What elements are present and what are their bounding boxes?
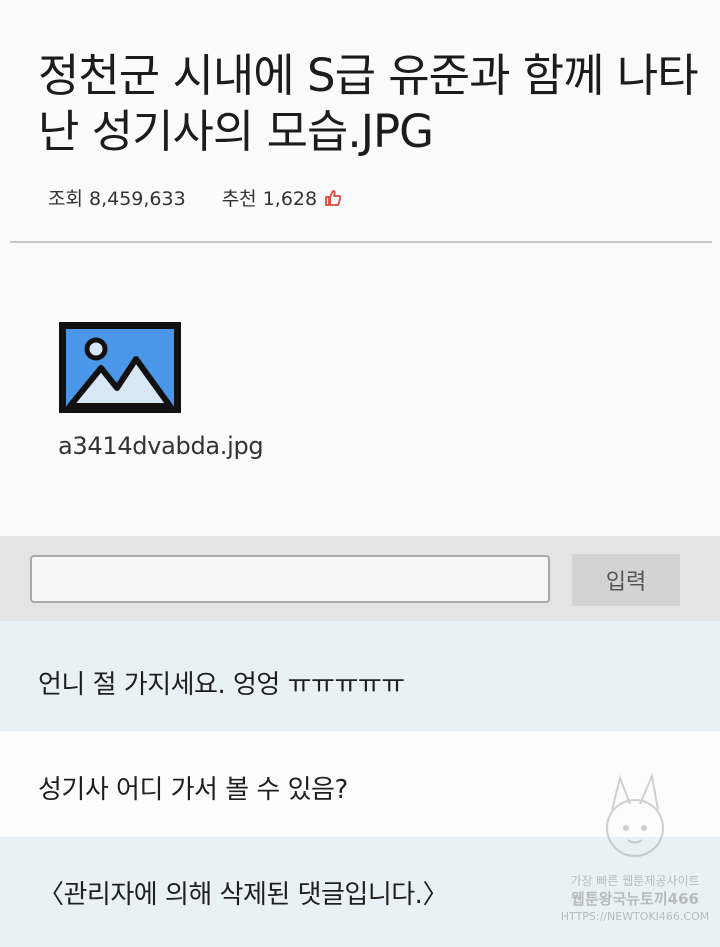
like-count-group: 추천 1,628 [222, 184, 343, 211]
comment-form: 입력 [0, 536, 720, 621]
attachment-filename[interactable]: a3414dvabda.jpg [58, 432, 264, 460]
post-title: 정천군 시내에 S급 유준과 함께 나타난 성기사의 모습.JPG [38, 49, 699, 158]
post-meta: 조회 8,459,633 추천 1,628 [48, 184, 343, 211]
comment-text: 언니 절 가지세요. 엉엉 ㅠㅠㅠㅠㅠ [38, 670, 405, 700]
comment-text: 성기사 어디 가서 볼 수 있음? [38, 775, 348, 805]
watermark-tagline: 가장 빠른 웹툰제공사이트 [570, 874, 700, 888]
comment-item: 언니 절 가지세요. 엉엉 ㅠㅠㅠㅠㅠ [0, 621, 720, 731]
submit-button[interactable]: 입력 [572, 554, 680, 606]
site-watermark: 가장 빠른 웹툰제공사이트 웹툰왕국뉴토끼466 HTTPS://NEWTOKI… [560, 770, 710, 940]
like-count: 추천 1,628 [221, 188, 318, 210]
mascot-watermark-icon [606, 772, 664, 857]
view-count: 조회 8,459,633 [48, 188, 186, 210]
watermark-url: HTTPS://NEWTOKI466.COM [560, 910, 710, 923]
comment-text: 〈관리자에 의해 삭제된 댓글입니다.〉 [38, 880, 448, 910]
watermark-site-name: 웹툰왕국뉴토끼466 [571, 890, 699, 908]
divider [10, 241, 712, 243]
image-icon[interactable] [59, 322, 181, 413]
comment-input[interactable] [30, 555, 550, 603]
thumbs-up-icon[interactable] [323, 188, 343, 208]
